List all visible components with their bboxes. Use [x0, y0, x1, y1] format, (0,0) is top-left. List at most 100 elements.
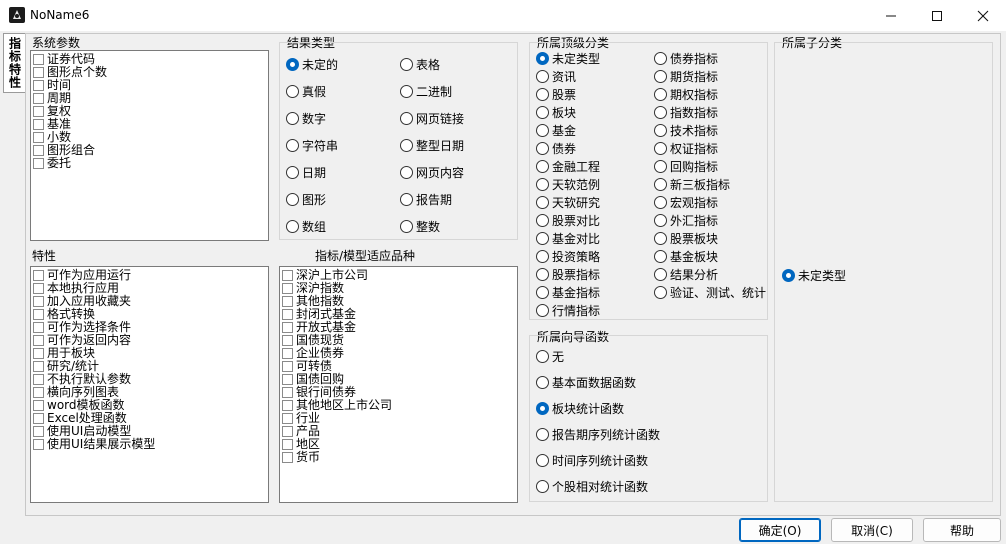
checkbox[interactable]	[282, 335, 293, 346]
radio-option[interactable]: 基金	[536, 122, 576, 139]
radio-option[interactable]: 整型日期	[400, 137, 464, 154]
checkbox[interactable]	[33, 270, 44, 281]
checkbox[interactable]	[33, 335, 44, 346]
applicable-list[interactable]: 深沪上市公司 深沪指数 其他指数 封闭式基金 开放式基金 国债现货 企业债券 可转债 国债回购银…	[279, 266, 518, 503]
checkbox[interactable]	[282, 439, 293, 450]
checkbox[interactable]	[282, 309, 293, 320]
checkbox[interactable]	[282, 413, 293, 424]
checkbox[interactable]	[282, 283, 293, 294]
radio-option[interactable]: 网页内容	[400, 164, 464, 181]
radio-option[interactable]: 基金指标	[536, 284, 600, 301]
radio-option[interactable]: 数组	[286, 218, 326, 235]
radio-option[interactable]: 基金板块	[654, 248, 718, 265]
maximize-button[interactable]	[914, 0, 960, 31]
radio-option[interactable]: 股票板块	[654, 230, 718, 247]
radio-option[interactable]: 验证、测试、统计	[654, 284, 766, 301]
ok-button[interactable]: 确定(O)	[739, 518, 821, 542]
sys-params-list[interactable]: 证券代码 图形点个数 时间 周期 复权 基准 小数 图形组合 委托	[30, 50, 269, 241]
radio-option[interactable]: 指数指标	[654, 104, 718, 121]
checkbox[interactable]	[33, 374, 44, 385]
close-button[interactable]	[960, 0, 1006, 31]
radio-option[interactable]: 基金对比	[536, 230, 600, 247]
checkbox[interactable]	[282, 348, 293, 359]
radio-option[interactable]: 行情指标	[536, 302, 600, 319]
radio-option[interactable]: 期货指标	[654, 68, 718, 85]
cancel-button[interactable]: 取消(C)	[831, 518, 913, 542]
radio-option[interactable]: 字符串	[286, 137, 338, 154]
radio-option[interactable]: 债券指标	[654, 50, 718, 67]
radio-option[interactable]: 报告期	[400, 191, 452, 208]
checkbox[interactable]	[33, 54, 44, 65]
radio-option[interactable]: 无	[536, 348, 564, 365]
radio-option[interactable]: 天软范例	[536, 176, 600, 193]
radio-option[interactable]: 资讯	[536, 68, 576, 85]
radio-option[interactable]: 板块	[536, 104, 576, 121]
radio-option[interactable]: 时间序列统计函数	[536, 452, 648, 469]
radio-option[interactable]: 板块统计函数	[536, 400, 624, 417]
radio-option[interactable]: 日期	[286, 164, 326, 181]
radio-option[interactable]: 图形	[286, 191, 326, 208]
list-item[interactable]: 委托	[31, 157, 268, 170]
checkbox[interactable]	[33, 296, 44, 307]
checkbox[interactable]	[33, 413, 44, 424]
radio-option[interactable]: 期权指标	[654, 86, 718, 103]
radio-option[interactable]: 新三板指标	[654, 176, 730, 193]
checkbox[interactable]	[282, 387, 293, 398]
radio-option[interactable]: 天软研究	[536, 194, 600, 211]
radio-option[interactable]: 投资策略	[536, 248, 600, 265]
radio-option[interactable]: 权证指标	[654, 140, 718, 157]
checkbox[interactable]	[33, 145, 44, 156]
checkbox[interactable]	[33, 387, 44, 398]
checkbox[interactable]	[33, 158, 44, 169]
radio-option[interactable]: 数字	[286, 110, 326, 127]
tab-indicator-properties[interactable]: 指标特性	[3, 33, 26, 93]
checkbox[interactable]	[33, 322, 44, 333]
checkbox[interactable]	[33, 80, 44, 91]
checkbox[interactable]	[33, 348, 44, 359]
radio-option[interactable]: 结果分析	[654, 266, 718, 283]
sub-category-option[interactable]: 未定类型	[782, 267, 846, 284]
checkbox[interactable]	[33, 439, 44, 450]
checkbox[interactable]	[282, 270, 293, 281]
checkbox[interactable]	[33, 132, 44, 143]
list-item[interactable]: 货币	[280, 451, 517, 464]
features-list[interactable]: 可作为应用运行 本地执行应用 加入应用收藏夹 格式转换 可作为选择条件 可作为返回内容 用于…	[30, 266, 269, 503]
radio-option[interactable]: 个股相对统计函数	[536, 478, 648, 495]
help-button[interactable]: 帮助	[923, 518, 1001, 542]
radio-option[interactable]: 债券	[536, 140, 576, 157]
radio-option[interactable]: 股票指标	[536, 266, 600, 283]
checkbox[interactable]	[282, 400, 293, 411]
checkbox[interactable]	[33, 106, 44, 117]
checkbox[interactable]	[33, 426, 44, 437]
radio-option[interactable]: 技术指标	[654, 122, 718, 139]
radio-option[interactable]: 外汇指标	[654, 212, 718, 229]
checkbox[interactable]	[282, 296, 293, 307]
checkbox[interactable]	[33, 400, 44, 411]
checkbox[interactable]	[282, 361, 293, 372]
radio-option[interactable]: 整数	[400, 218, 440, 235]
checkbox[interactable]	[282, 426, 293, 437]
radio-option[interactable]: 回购指标	[654, 158, 718, 175]
checkbox[interactable]	[33, 119, 44, 130]
radio-option[interactable]: 金融工程	[536, 158, 600, 175]
checkbox[interactable]	[33, 93, 44, 104]
radio-option[interactable]: 未定类型	[536, 50, 600, 67]
checkbox[interactable]	[282, 322, 293, 333]
checkbox[interactable]	[282, 374, 293, 385]
checkbox[interactable]	[33, 283, 44, 294]
radio-option[interactable]: 表格	[400, 56, 440, 73]
minimize-button[interactable]	[868, 0, 914, 31]
radio-option[interactable]: 二进制	[400, 83, 452, 100]
checkbox[interactable]	[33, 67, 44, 78]
radio-option[interactable]: 股票	[536, 86, 576, 103]
radio-option[interactable]: 未定的	[286, 56, 338, 73]
radio-option[interactable]: 股票对比	[536, 212, 600, 229]
radio-option[interactable]: 报告期序列统计函数	[536, 426, 660, 443]
radio-option[interactable]: 基本面数据函数	[536, 374, 636, 391]
list-item[interactable]: 使用UI结果展示模型	[31, 438, 268, 451]
radio-option[interactable]: 宏观指标	[654, 194, 718, 211]
radio-option[interactable]: 网页链接	[400, 110, 464, 127]
checkbox[interactable]	[33, 309, 44, 320]
checkbox[interactable]	[33, 361, 44, 372]
checkbox[interactable]	[282, 452, 293, 463]
